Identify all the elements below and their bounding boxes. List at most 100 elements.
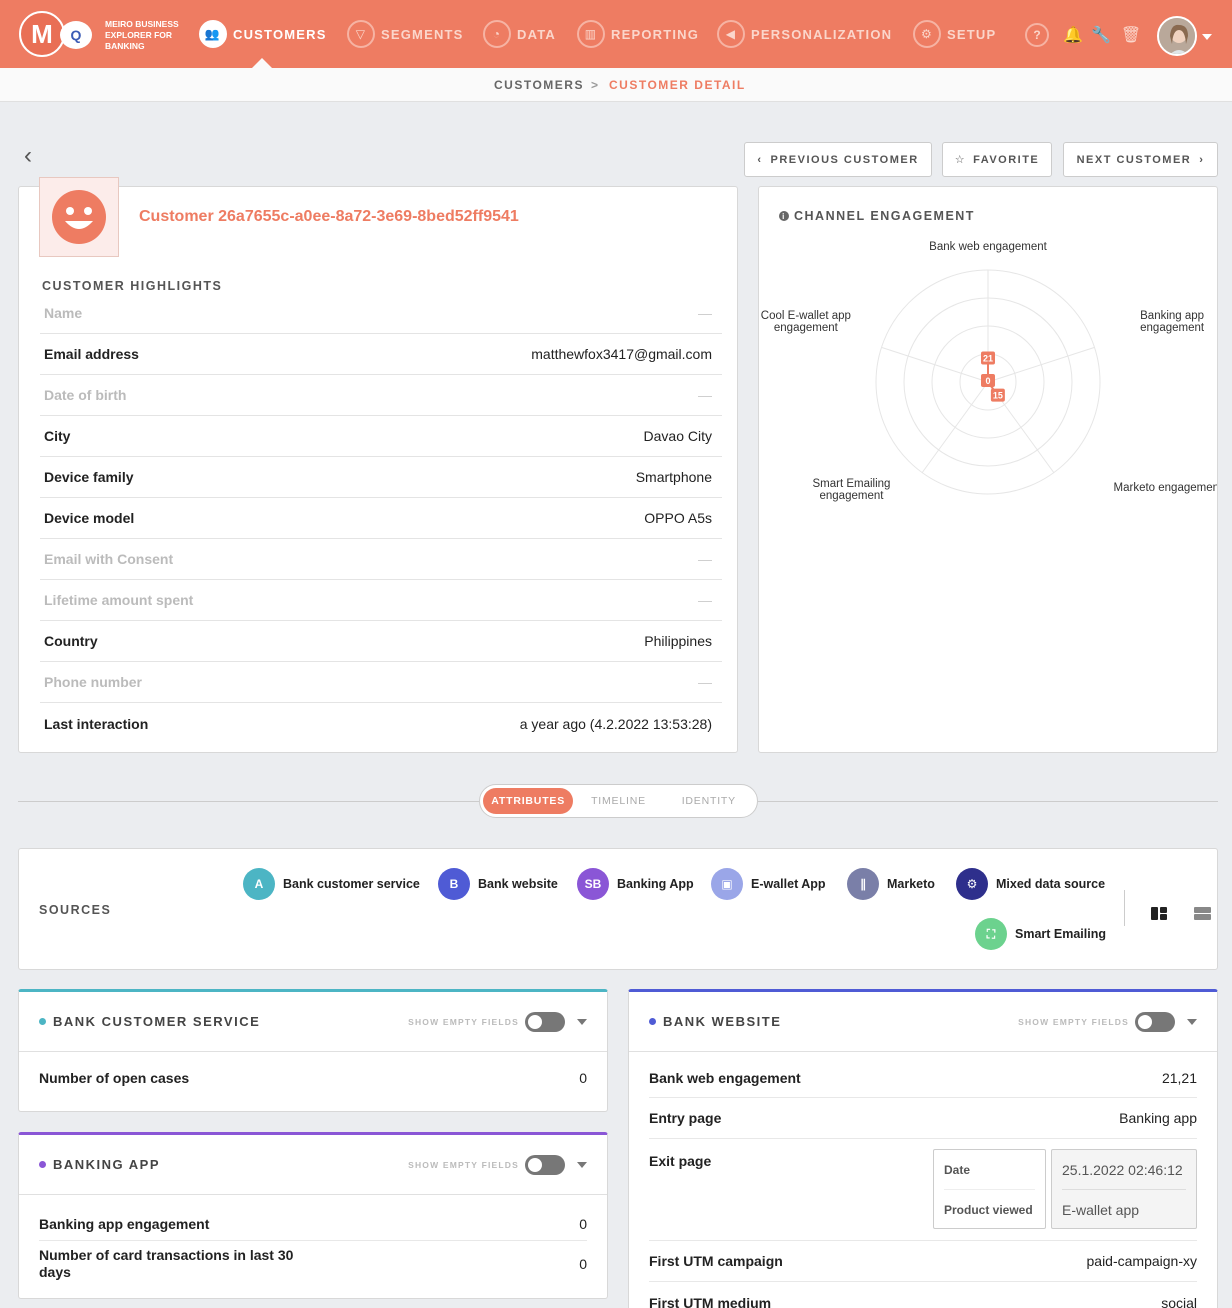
- source-color-dot: [39, 1018, 46, 1025]
- highlight-label: City: [44, 428, 71, 444]
- highlight-row: Device model OPPO A5s: [40, 498, 722, 539]
- button-label: FAVORITE: [973, 153, 1040, 166]
- panel-header: BANK CUSTOMER SERVICE SHOW EMPTY FIELDS: [19, 992, 607, 1052]
- grid-layout-icon[interactable]: [1151, 907, 1167, 920]
- tab-timeline[interactable]: TIMELINE: [573, 788, 663, 814]
- button-label: PREVIOUS CUSTOMER: [770, 153, 919, 166]
- show-empty-label: SHOW EMPTY FIELDS: [1018, 1016, 1129, 1027]
- highlight-label: Country: [44, 633, 98, 649]
- panel-title-text: BANK WEBSITE: [663, 1014, 782, 1029]
- radar-category-label: Banking app engagement: [1140, 310, 1205, 334]
- attribute-list: Bank web engagement 21,21 Entry page Banki…: [629, 1052, 1217, 1308]
- nav-reporting[interactable]: ▥ REPORTING: [577, 19, 699, 49]
- trash-icon[interactable]: 🗑: [1119, 23, 1143, 47]
- back-arrow-icon[interactable]: ‹: [24, 142, 32, 170]
- nav-data[interactable]: ◔ DATA: [483, 19, 556, 49]
- source-name: Bank customer service: [283, 877, 420, 891]
- show-empty-fields-control: SHOW EMPTY FIELDS: [408, 1011, 587, 1032]
- gears-icon: ⚙: [913, 20, 941, 48]
- panel-title-text: BANK CUSTOMER SERVICE: [53, 1014, 261, 1029]
- brand-line: BANKING: [105, 41, 145, 51]
- attribute-value: Banking app: [1119, 1110, 1197, 1126]
- exit-date-label: Date: [944, 1150, 1035, 1190]
- highlight-row: City Davao City: [40, 416, 722, 457]
- attribute-label: First UTM campaign: [649, 1253, 783, 1269]
- breadcrumb-current: CUSTOMER DETAIL: [609, 78, 746, 92]
- tab-attributes[interactable]: ATTRIBUTES: [483, 788, 574, 814]
- radar-axis-line: [987, 346, 1095, 383]
- collapse-chevron-icon[interactable]: [577, 1161, 587, 1168]
- bank-website-panel: BANK WEBSITE SHOW EMPTY FIELDS Bank web …: [628, 989, 1218, 1308]
- help-icon[interactable]: ?: [1025, 23, 1049, 47]
- radar-category-label: Smart Emailing engagement: [812, 478, 890, 502]
- collapse-chevron-icon[interactable]: [577, 1018, 587, 1025]
- highlight-label: Device model: [44, 510, 135, 526]
- customer-avatar: [39, 177, 119, 257]
- panel-header: BANK WEBSITE SHOW EMPTY FIELDS: [629, 992, 1217, 1052]
- brand-text: MEIRO BUSINESS EXPLORER FOR BANKING: [105, 19, 195, 52]
- favorite-button[interactable]: ☆ FAVORITE: [942, 142, 1052, 177]
- nav-label: DATA: [517, 26, 556, 42]
- channel-engagement-radar-chart: Bank web engagement Banking app engagement…: [761, 241, 1217, 502]
- info-icon[interactable]: i: [779, 211, 789, 221]
- attribute-row: First UTM campaign paid-campaign-xy: [649, 1241, 1197, 1282]
- source-item[interactable]: A Bank customer service: [243, 868, 420, 900]
- source-logo-icon: SB: [577, 868, 609, 900]
- source-logo-icon: ⚙: [956, 868, 988, 900]
- list-layout-icon[interactable]: [1194, 907, 1211, 920]
- bar-chart-icon: ▥: [577, 20, 605, 48]
- source-name: Bank website: [478, 877, 558, 891]
- source-item[interactable]: ∥ Marketo: [847, 868, 935, 900]
- nav-segments[interactable]: ▽ SEGMENTS: [347, 19, 464, 49]
- source-name: Marketo: [887, 877, 935, 891]
- attribute-value: 21,21: [1161, 1069, 1197, 1086]
- attribute-value: 0: [579, 1215, 587, 1232]
- user-avatar[interactable]: [1157, 16, 1197, 56]
- highlight-row: Country Philippines: [40, 621, 722, 662]
- wrench-icon[interactable]: 🔧: [1089, 23, 1113, 47]
- highlight-value: Smartphone: [635, 469, 712, 485]
- panel-title: BANKING APP: [39, 1157, 160, 1172]
- exit-product-label: Product viewed: [944, 1202, 1033, 1217]
- highlight-row: Email with Consent —: [40, 539, 722, 580]
- highlight-value: —: [698, 387, 712, 403]
- highlight-row: Device family Smartphone: [40, 457, 722, 498]
- source-item[interactable]: SB Banking App: [577, 868, 694, 900]
- sources-card: [18, 848, 1218, 970]
- previous-customer-button[interactable]: ‹ PREVIOUS CUSTOMER: [744, 142, 932, 177]
- show-empty-fields-control: SHOW EMPTY FIELDS: [408, 1154, 587, 1175]
- nav-label: SEGMENTS: [381, 26, 464, 42]
- nav-label: REPORTING: [611, 26, 700, 42]
- customer-name: Customer 26a7655c-a0ee-8a72-3e69-8bed52f…: [139, 208, 519, 225]
- breadcrumb-separator: >: [591, 78, 600, 92]
- tab-identity[interactable]: IDENTITY: [664, 788, 754, 814]
- meiro-logo-icon[interactable]: M: [19, 11, 65, 57]
- gauge-icon: ◔: [483, 20, 511, 48]
- source-item[interactable]: ⚙ Mixed data source: [956, 868, 1105, 900]
- attribute-row: Number of open cases 0: [19, 1052, 607, 1104]
- exit-page-values: 25.1.2022 02:46:12 E-wallet app: [1051, 1149, 1197, 1229]
- nav-setup[interactable]: ⚙ SETUP: [913, 19, 996, 49]
- show-empty-toggle[interactable]: [525, 1011, 565, 1032]
- source-item[interactable]: ▣ E-wallet App: [711, 868, 826, 900]
- collapse-chevron-icon[interactable]: [1187, 1018, 1197, 1025]
- attribute-value: paid-campaign-xy: [1086, 1253, 1198, 1269]
- breadcrumb-customers[interactable]: CUSTOMERS: [494, 78, 584, 92]
- bell-icon[interactable]: 🔔: [1061, 23, 1085, 47]
- show-empty-toggle[interactable]: [525, 1154, 565, 1175]
- megaphone-icon: ◀: [717, 20, 745, 48]
- show-empty-toggle[interactable]: [1135, 1011, 1175, 1032]
- radar-data-label: 21: [983, 353, 993, 363]
- source-item[interactable]: B Bank website: [438, 868, 558, 900]
- highlight-label: Phone number: [44, 674, 143, 690]
- highlight-value: Davao City: [643, 428, 712, 444]
- highlight-value: —: [698, 592, 712, 608]
- attribute-row: Entry page Banking app: [649, 1098, 1197, 1139]
- highlight-value: —: [698, 674, 712, 690]
- next-customer-button[interactable]: NEXT CUSTOMER ›: [1063, 142, 1218, 177]
- avatar-dropdown-chevron-icon[interactable]: [1202, 34, 1212, 40]
- nav-label: SETUP: [947, 26, 997, 42]
- source-item[interactable]: ⛶ Smart Emailing: [975, 918, 1106, 950]
- nav-customers[interactable]: 👥 CUSTOMERS: [199, 19, 327, 49]
- nav-personalization[interactable]: ◀ PERSONALIZATION: [717, 19, 892, 49]
